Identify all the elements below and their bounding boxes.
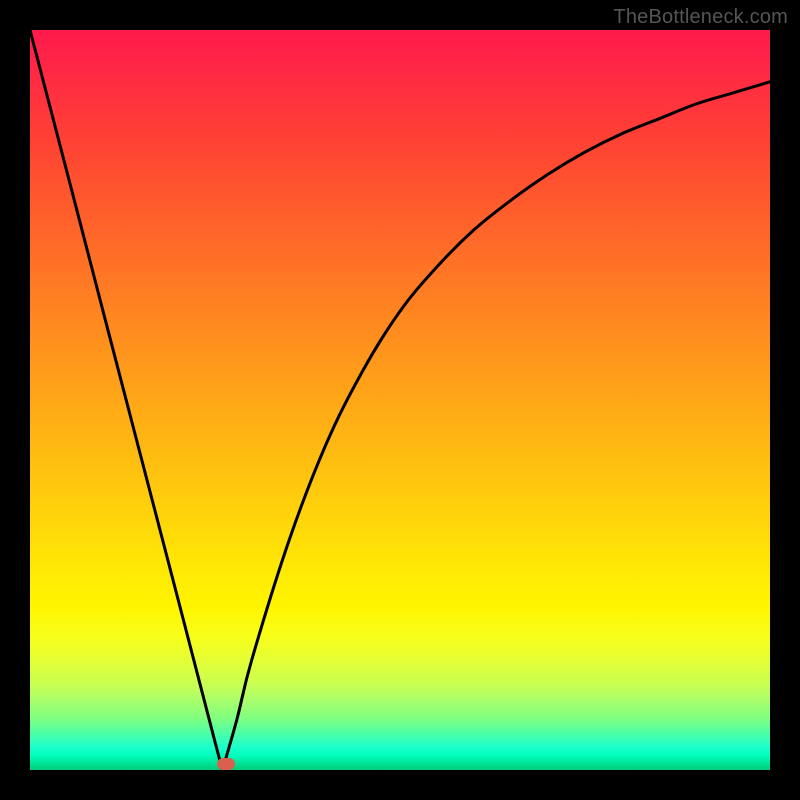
curve-path bbox=[30, 30, 770, 770]
trough-marker bbox=[217, 758, 235, 770]
attribution-text: TheBottleneck.com bbox=[613, 6, 788, 29]
chart-frame: TheBottleneck.com bbox=[0, 0, 800, 800]
plot-area bbox=[30, 30, 770, 770]
bottleneck-curve bbox=[30, 30, 770, 770]
